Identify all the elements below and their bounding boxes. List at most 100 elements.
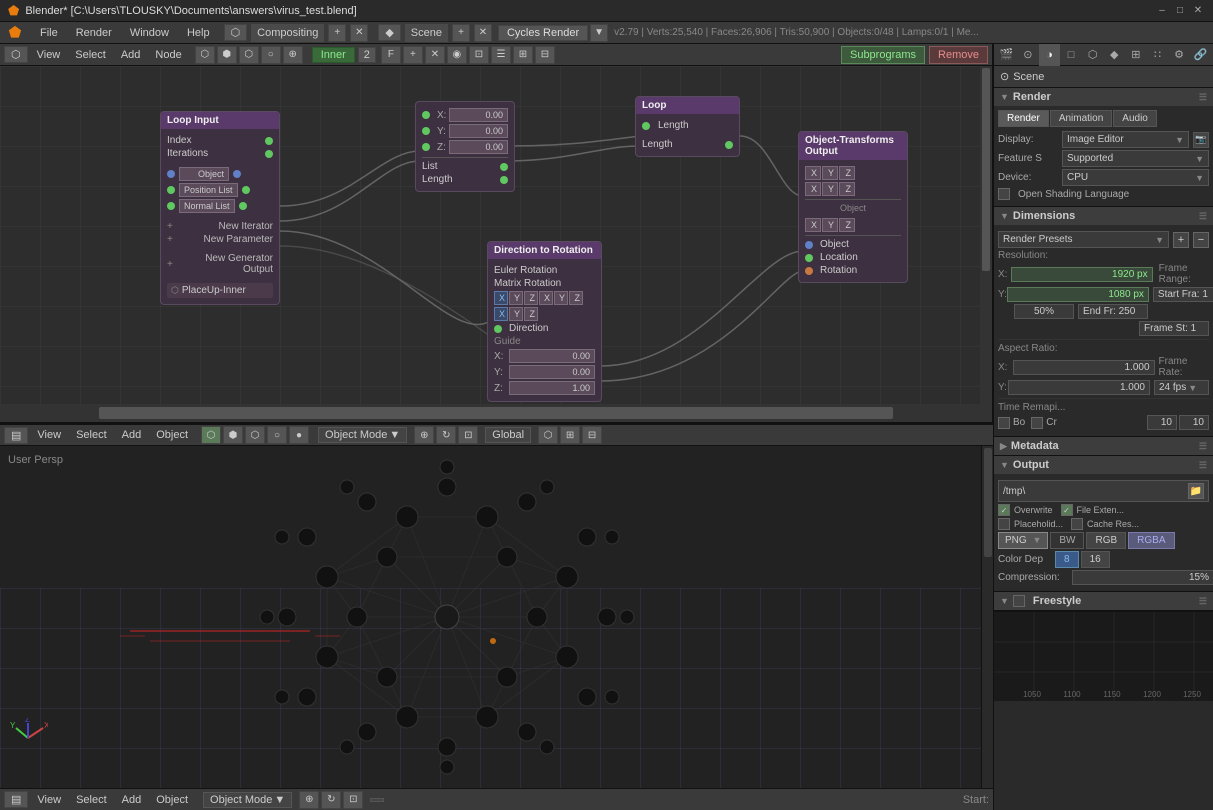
menu-file[interactable]: File (32, 25, 66, 41)
node-h-scrollbar[interactable] (0, 404, 992, 422)
remove-btn[interactable]: Remove (929, 46, 988, 64)
node-extra-btn5[interactable]: ⊡ (469, 46, 489, 64)
dr-y3[interactable]: Y (509, 307, 523, 321)
start-frame-field[interactable]: Start Fra: 1 (1153, 287, 1213, 302)
node-v-scrollbar-thumb[interactable] (982, 68, 990, 271)
node-group-name[interactable]: Inner (312, 47, 355, 63)
poslist-field[interactable]: Position List (179, 183, 238, 197)
render-presets-minus[interactable]: − (1193, 232, 1209, 248)
node-canvas[interactable]: Loop Input Index Iterations (0, 66, 992, 404)
vp-view-menu[interactable]: View (31, 427, 67, 443)
aspect-y-input[interactable] (1008, 380, 1150, 395)
node-loop[interactable]: Loop Length Length (635, 96, 740, 157)
freestyle-menu[interactable]: ☰ (1199, 596, 1207, 607)
display-dropdown[interactable]: Image Editor ▼ (1062, 131, 1189, 148)
object-field[interactable]: Object (179, 167, 229, 181)
color-bw-btn[interactable]: BW (1050, 532, 1084, 549)
bottom-editor-type[interactable]: ▤ (4, 791, 28, 808)
rp-tab-mesh[interactable]: ⬡ (1082, 44, 1103, 66)
render-engine-dropdown[interactable]: ▼ (590, 24, 608, 42)
node-extra-btn1[interactable]: F (381, 46, 401, 64)
node-btn4[interactable]: ○ (261, 46, 281, 64)
cache-checkbox[interactable] (1071, 518, 1083, 530)
vp-mode-btn4[interactable]: ○ (267, 426, 287, 444)
rp-tab-scene[interactable]: ⊙ (1018, 44, 1039, 66)
dr-z2[interactable]: Z (569, 291, 583, 305)
menu-window[interactable]: Window (122, 25, 177, 41)
vp-object-menu[interactable]: Object (150, 427, 194, 443)
metadata-section[interactable]: ▶ Metadata ☰ (994, 437, 1213, 456)
node-btn5[interactable]: ⊕ (283, 46, 303, 64)
time-remap-new[interactable] (1179, 415, 1209, 430)
vp-btn3[interactable]: ⊡ (458, 426, 478, 444)
tab-animation[interactable]: Animation (1050, 110, 1112, 127)
node-btn1[interactable]: ⬡ (195, 46, 215, 64)
vp-v-scrollbar[interactable] (981, 446, 993, 810)
res-y-input[interactable] (1007, 287, 1149, 302)
bottom-view[interactable]: View (31, 792, 67, 808)
node-extra-btn3[interactable]: ✕ (425, 46, 445, 64)
rp-tab-material[interactable]: ◆ (1104, 44, 1125, 66)
maximize-btn[interactable]: □ (1173, 4, 1187, 18)
vp-extra-btn2[interactable]: ⊞ (560, 426, 580, 444)
vp-extra-btn3[interactable]: ⊟ (582, 426, 602, 444)
vp-mode-btn2[interactable]: ⬢ (223, 426, 243, 444)
node-dir-rotation[interactable]: Direction to Rotation Euler Rotation Mat… (487, 241, 602, 402)
xyz-z-val[interactable]: 0.00 (449, 140, 508, 154)
editor2-close-btn[interactable]: ✕ (474, 24, 492, 42)
vp-mode-btn3[interactable]: ⬡ (245, 426, 265, 444)
bottom-transform-orient[interactable] (370, 798, 384, 802)
vp-add-menu[interactable]: Add (116, 427, 148, 443)
bottom-select[interactable]: Select (70, 792, 113, 808)
color-rgba-btn[interactable]: RGBA (1128, 532, 1174, 549)
node-obj-transform[interactable]: Object-Transforms Output X Y Z X (798, 131, 908, 283)
editor2-add-btn[interactable]: + (452, 24, 470, 42)
editor1-add-btn[interactable]: + (328, 24, 346, 42)
fps-dropdown[interactable]: 24 fps ▼ (1154, 380, 1209, 395)
rp-tab-constraints[interactable]: 🔗 (1190, 44, 1211, 66)
color-depth-8-btn[interactable]: 8 (1055, 551, 1079, 568)
dr-y-val[interactable]: 0.00 (509, 365, 595, 379)
bottom-add[interactable]: Add (116, 792, 148, 808)
color-rgb-btn[interactable]: RGB (1086, 532, 1126, 549)
vp-mode-btn1[interactable]: ⬡ (201, 426, 221, 444)
color-depth-16-btn[interactable]: 16 (1081, 551, 1110, 568)
editor2-type-btn[interactable]: ◆ (378, 24, 400, 41)
vp-extra-btn1[interactable]: ⬡ (538, 426, 558, 444)
dr-y1[interactable]: Y (509, 291, 523, 305)
vp-btn2[interactable]: ↻ (436, 426, 456, 444)
overwrite-checkbox[interactable]: ✓ (998, 504, 1010, 516)
node-btn3[interactable]: ⬡ (239, 46, 259, 64)
frame-step-field[interactable]: Frame St: 1 (1139, 321, 1209, 336)
normlist-field[interactable]: Normal List (179, 199, 235, 213)
render-section-header[interactable]: ▼ Render ☰ (994, 88, 1213, 106)
display-camera-btn[interactable]: 📷 (1193, 132, 1209, 148)
vp-mode-btn5[interactable]: ● (289, 426, 309, 444)
viewport-type-btn[interactable]: ▤ (4, 427, 28, 444)
render-presets-add[interactable]: + (1173, 232, 1189, 248)
dr-z-val[interactable]: 1.00 (509, 381, 595, 395)
dimensions-section-header[interactable]: ▼ Dimensions ☰ (994, 207, 1213, 225)
output-path-value[interactable]: /tmp\ (1003, 486, 1184, 497)
time-remap-old[interactable] (1147, 415, 1177, 430)
dr-x1[interactable]: X (494, 291, 508, 305)
percent-input[interactable] (1014, 304, 1074, 319)
dr-x3[interactable]: X (494, 307, 508, 321)
compression-input[interactable] (1072, 570, 1213, 585)
rp-tab-object[interactable]: □ (1061, 44, 1082, 66)
bottom-mode-dropdown[interactable]: Object Mode ▼ (203, 792, 292, 808)
menu-help[interactable]: Help (179, 25, 218, 41)
dr-z1[interactable]: Z (524, 291, 538, 305)
render-engine-badge[interactable]: Cycles Render (498, 25, 588, 41)
node-extra-btn8[interactable]: ⊟ (535, 46, 555, 64)
node-row-placeup[interactable]: ⬡ PlaceUp-Inner (167, 283, 273, 298)
node-editor-type-btn[interactable]: ⬡ (4, 46, 28, 63)
node-h-scrollbar-thumb[interactable] (99, 407, 893, 419)
rp-tab-world[interactable]: ◑ (1039, 44, 1060, 66)
node-extra-btn6[interactable]: ☰ (491, 46, 511, 64)
minimize-btn[interactable]: – (1155, 4, 1169, 18)
rp-tab-particles[interactable]: ∷ (1147, 44, 1168, 66)
editor1-type-btn[interactable]: ⬡ (224, 24, 248, 41)
xyz-y-val[interactable]: 0.00 (449, 124, 508, 138)
node-xyz-top[interactable]: X: 0.00 Y: 0.00 Z: 0.00 (415, 101, 515, 192)
